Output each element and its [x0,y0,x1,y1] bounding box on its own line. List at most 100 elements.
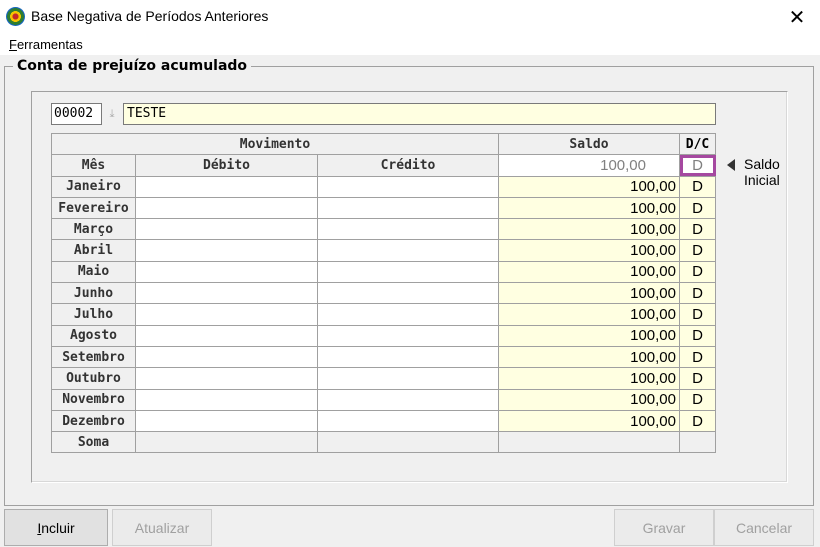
dc-cell: D [679,367,716,390]
month-label: Maio [51,260,136,284]
cancelar-button[interactable]: Cancelar [714,509,814,546]
menu-bar: Ferramentas [0,33,820,55]
saldo-cell: 100,00 [498,388,680,411]
month-label: Janeiro [51,175,136,198]
month-label: Outubro [51,367,136,390]
account-code-input[interactable]: 00002 [51,103,102,125]
header-debito: Débito [135,154,318,177]
table-row: Julho 100,00 D [51,303,716,326]
header-movimento: Movimento [51,132,499,156]
table-row: Agosto 100,00 D [51,324,716,347]
saldo-inicial-input[interactable]: 100,00 [498,154,680,177]
saldo-cell: 100,00 [498,175,680,198]
header-saldo: Saldo [498,132,680,156]
month-label: Agosto [51,324,136,347]
credito-cell[interactable] [317,239,499,262]
table-row: Junho 100,00 D [51,282,716,305]
month-label: Fevereiro [51,196,136,220]
credito-cell[interactable] [317,282,499,305]
saldo-inicial-label-line2: Inicial [744,172,780,188]
table-row: Março 100,00 D [51,218,716,241]
dc-cell: D [679,196,716,220]
dc-cell: D [679,324,716,347]
soma-credito [317,431,499,454]
dc-cell: D [679,239,716,262]
table-row-soma: Soma [51,431,716,454]
soma-label: Soma [51,431,136,454]
saldo-cell: 100,00 [498,409,680,433]
debito-cell[interactable] [135,196,318,220]
incluir-button[interactable]: Incluir [4,509,108,546]
close-button[interactable]: ✕ [774,0,820,33]
group-title: Conta de prejuízo acumulado [13,58,252,74]
debito-cell[interactable] [135,239,318,262]
credito-cell[interactable] [317,218,499,241]
saldo-cell: 100,00 [498,345,680,369]
dc-cell: D [679,388,716,411]
credito-cell[interactable] [317,409,499,433]
menu-ferramentas-label: erramentas [16,37,83,52]
atualizar-button[interactable]: Atualizar [112,509,212,546]
month-label: Dezembro [51,409,136,433]
saldo-cell: 100,00 [498,282,680,305]
month-label: Março [51,218,136,241]
debito-cell[interactable] [135,175,318,198]
header-dc: D/C [679,132,716,156]
dc-inicial-input[interactable]: D [679,154,716,177]
debito-cell[interactable] [135,303,318,326]
month-label: Setembro [51,345,136,369]
credito-cell[interactable] [317,175,499,198]
dc-cell: D [679,409,716,433]
dc-cell: D [679,218,716,241]
menu-ferramentas[interactable]: Ferramentas [9,37,83,52]
credito-cell[interactable] [317,367,499,390]
saldo-cell: 100,00 [498,324,680,347]
credito-cell[interactable] [317,303,499,326]
credito-cell[interactable] [317,388,499,411]
debito-cell[interactable] [135,388,318,411]
dc-cell: D [679,260,716,284]
saldo-cell: 100,00 [498,218,680,241]
debito-cell[interactable] [135,409,318,433]
debito-cell[interactable] [135,282,318,305]
saldo-inicial-label: Saldo Inicial [744,156,780,188]
saldo-inicial-arrow-icon [727,159,735,171]
table-row: Maio 100,00 D [51,260,716,284]
table-row: Abril 100,00 D [51,239,716,262]
dc-cell: D [679,175,716,198]
grid-header-row-2: Mês Débito Crédito 100,00 D [51,154,716,177]
debito-cell[interactable] [135,324,318,347]
header-credito: Crédito [317,154,499,177]
table-row: Outubro 100,00 D [51,367,716,390]
account-name-field[interactable]: TESTE [123,103,716,125]
credito-cell[interactable] [317,260,499,284]
table-row: Setembro 100,00 D [51,345,716,369]
credito-cell[interactable] [317,324,499,347]
month-label: Abril [51,239,136,262]
dc-cell: D [679,303,716,326]
dc-cell: D [679,345,716,369]
month-label: Junho [51,282,136,305]
app-logo-icon [6,7,25,26]
table-row: Dezembro 100,00 D [51,409,716,433]
debito-cell[interactable] [135,260,318,284]
gravar-button[interactable]: Gravar [614,509,714,546]
month-label: Julho [51,303,136,326]
dc-cell: D [679,282,716,305]
table-row: Janeiro 100,00 D [51,175,716,198]
lookup-arrow-icon[interactable]: ⤓ [103,103,121,125]
saldo-cell: 100,00 [498,260,680,284]
soma-dc [679,431,716,454]
incluir-label: ncluir [41,519,75,536]
saldo-cell: 100,00 [498,196,680,220]
saldo-cell: 100,00 [498,367,680,390]
soma-debito [135,431,318,454]
credito-cell[interactable] [317,345,499,369]
debito-cell[interactable] [135,367,318,390]
debito-cell[interactable] [135,218,318,241]
soma-saldo [498,431,680,454]
credito-cell[interactable] [317,196,499,220]
table-row: Fevereiro 100,00 D [51,196,716,220]
table-row: Novembro 100,00 D [51,388,716,411]
debito-cell[interactable] [135,345,318,369]
